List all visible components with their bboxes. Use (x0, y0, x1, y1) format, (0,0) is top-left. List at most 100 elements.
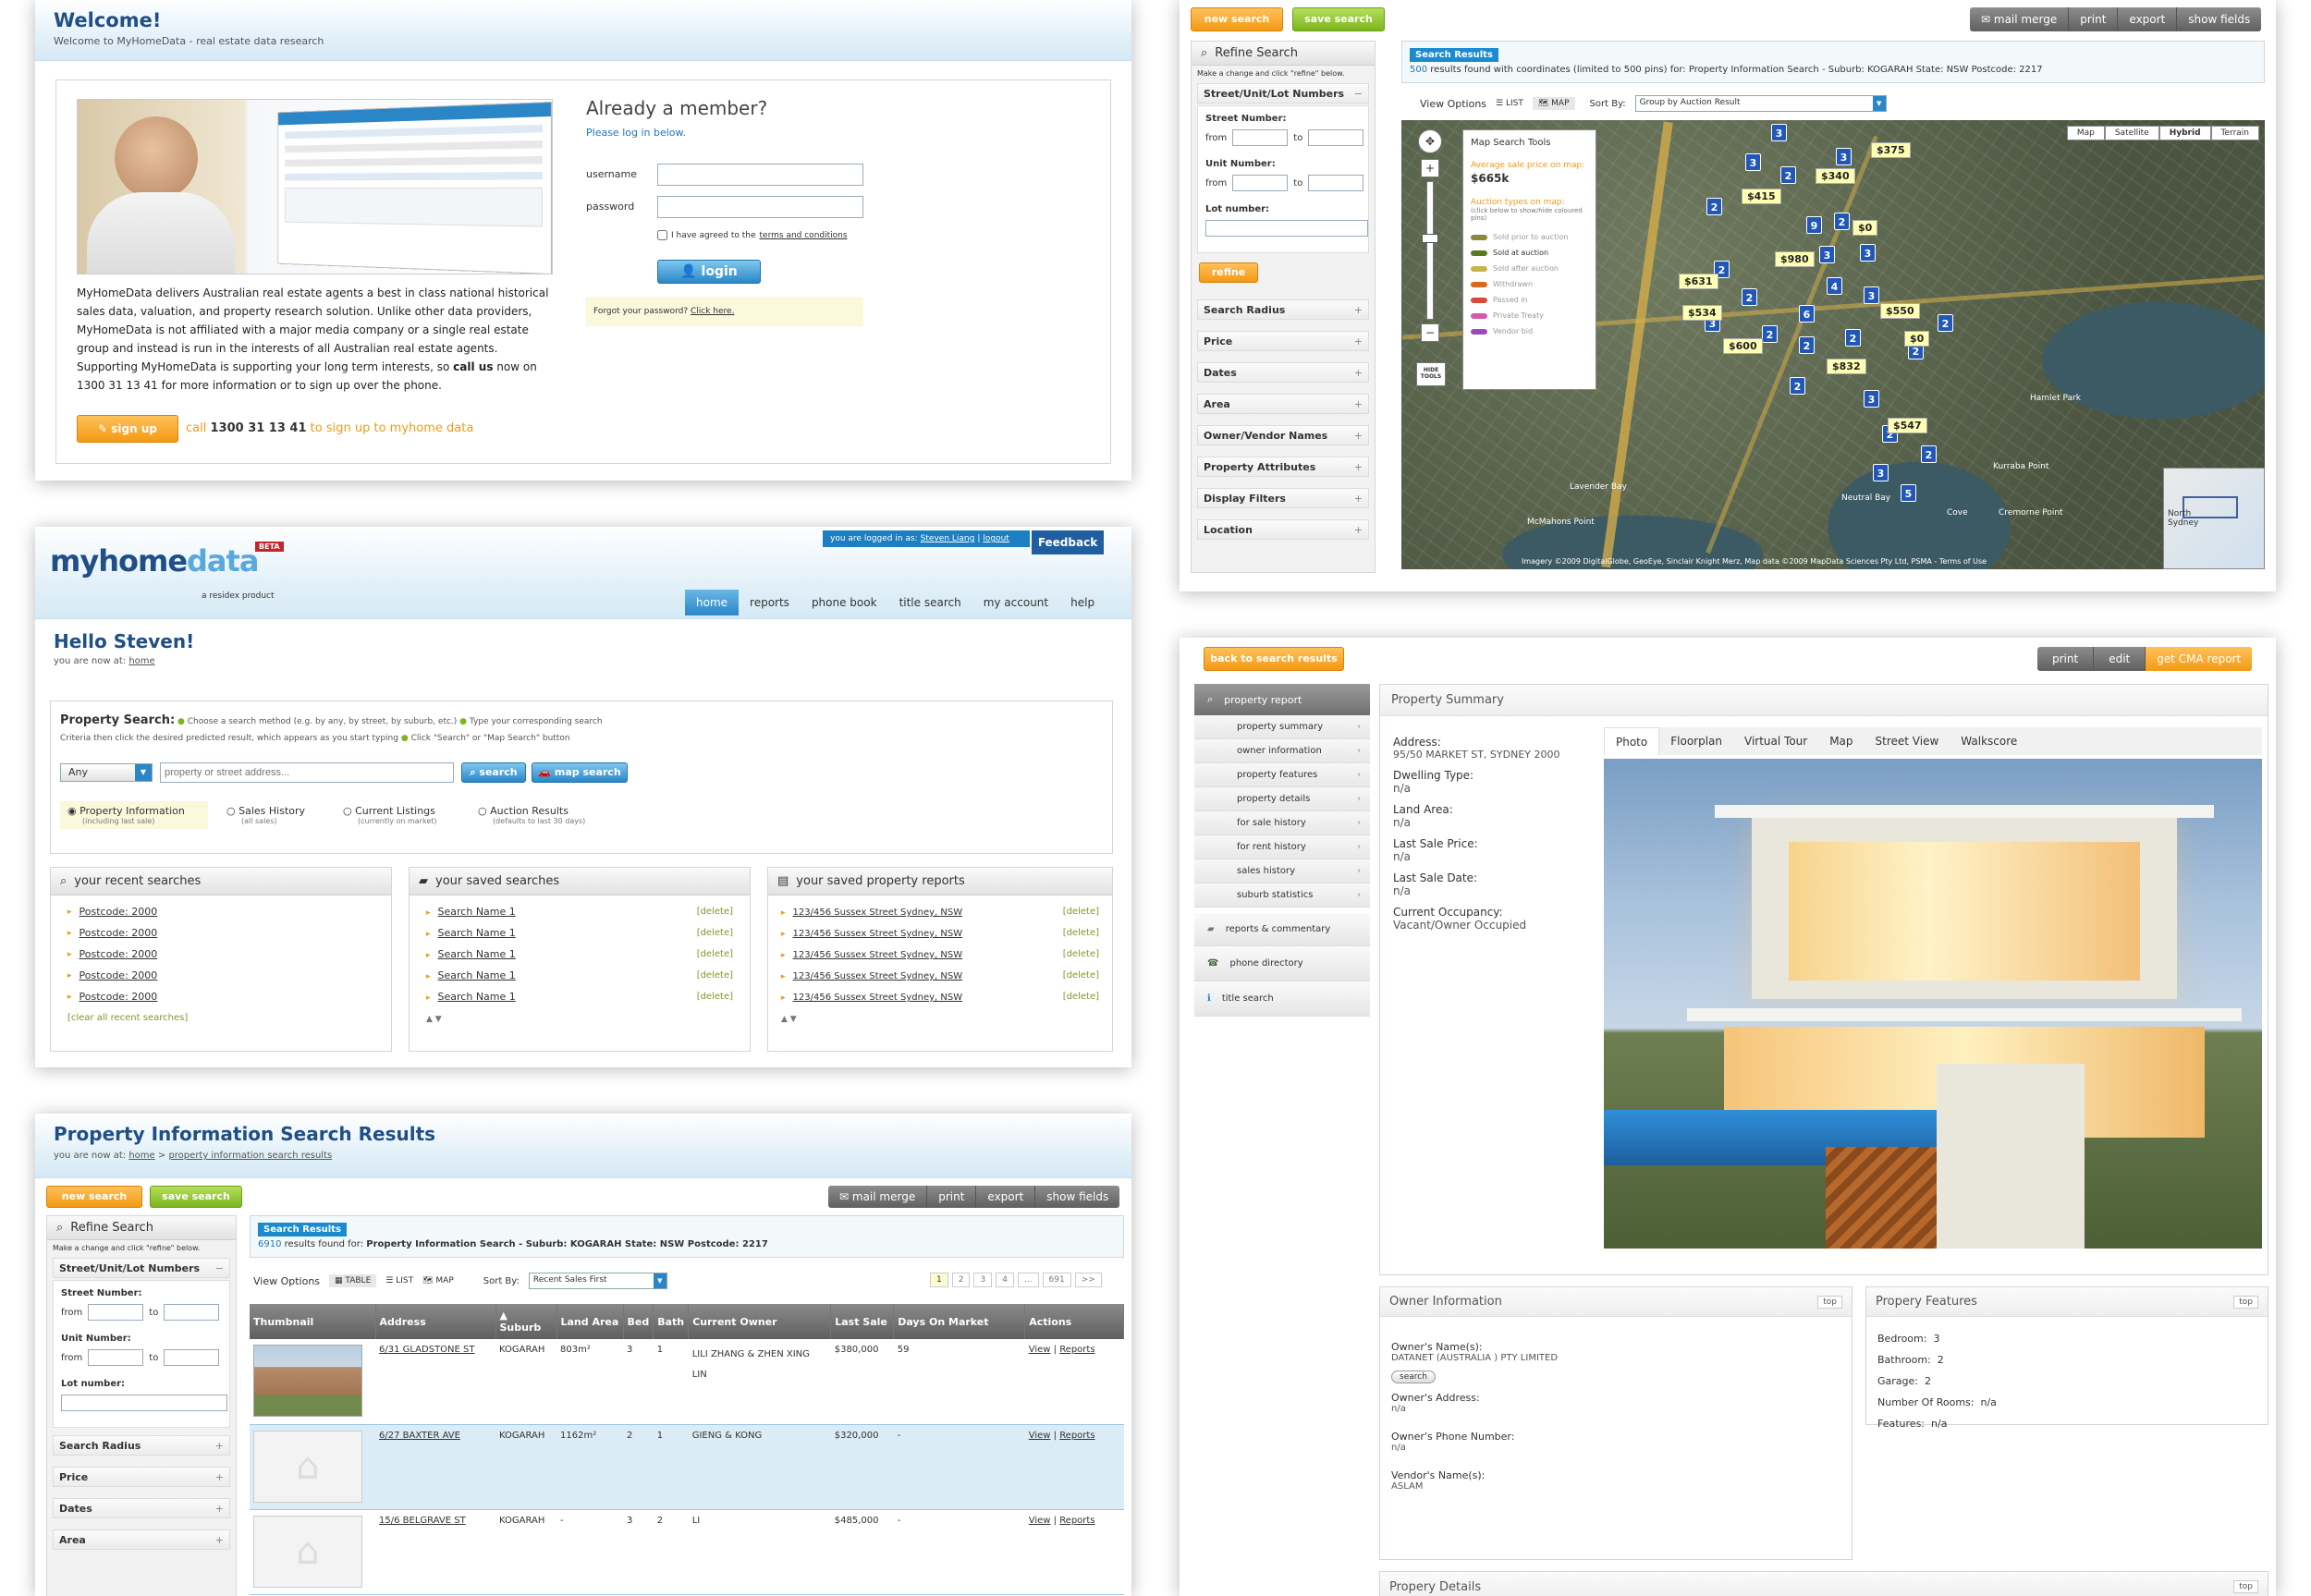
list-item[interactable]: ▸ Postcode: 2000 (67, 901, 374, 922)
price-label[interactable]: $631 (1679, 274, 1718, 289)
scroll-arrows[interactable]: ▲ ▼ (781, 1015, 1099, 1024)
view-link[interactable]: View (1029, 1431, 1051, 1441)
reports-link[interactable]: Reports (1059, 1345, 1094, 1355)
map-pin[interactable]: 2 (1845, 329, 1861, 347)
filter-dates[interactable]: Dates + (1197, 362, 1369, 383)
page-button[interactable]: 4 (996, 1273, 1014, 1287)
legend-item[interactable]: Sold at auction (1471, 245, 1588, 261)
list-item[interactable]: ▸ Postcode: 2000 (67, 922, 374, 944)
username-input[interactable] (657, 164, 863, 186)
street-from-input[interactable] (88, 1304, 143, 1321)
col-address[interactable]: Address (375, 1304, 495, 1339)
save-search-button[interactable]: save search (150, 1186, 242, 1208)
nav-title-search[interactable]: title search (888, 590, 972, 615)
street-from-input[interactable] (1232, 129, 1288, 146)
col-actions[interactable]: Actions (1025, 1304, 1124, 1339)
list-item[interactable]: ▸ Search Name 1 [delete] (426, 901, 733, 922)
price-label[interactable]: $534 (1682, 305, 1722, 321)
legend-item[interactable]: Passed in (1471, 292, 1588, 308)
mail-merge-button[interactable]: ✉ mail merge (828, 1186, 927, 1208)
unit-from-input[interactable] (88, 1349, 143, 1366)
scroll-arrows[interactable]: ▲ ▼ (426, 1015, 733, 1024)
sort-select[interactable]: Recent Sales First ▼ (529, 1273, 667, 1289)
menu-property-summary[interactable]: property summary › (1194, 715, 1370, 739)
radio-sales-history[interactable]: ○ Sales History (all sales) (223, 801, 324, 829)
menu-sales-history[interactable]: sales history › (1194, 859, 1370, 883)
view-list-toggle[interactable]: ☰ LIST (385, 1276, 413, 1285)
price-label[interactable]: $375 (1871, 142, 1911, 158)
password-input[interactable] (657, 196, 863, 218)
legend-item[interactable]: Withdrawn (1471, 276, 1588, 292)
map-pin[interactable]: 5 (1901, 484, 1916, 502)
filter-dates[interactable]: Dates + (53, 1498, 230, 1518)
menu-title-search[interactable]: ℹ title search (1194, 981, 1370, 1017)
edit-button[interactable]: edit (2094, 647, 2146, 671)
filter-owner-vendor[interactable]: Owner/Vendor Names + (1197, 425, 1369, 445)
filter-property-attributes[interactable]: Property Attributes + (1197, 457, 1369, 477)
price-label[interactable]: $600 (1723, 338, 1763, 354)
menu-property-features[interactable]: property features › (1194, 763, 1370, 787)
radio-property-information[interactable]: ◉ Property Information (including last s… (60, 801, 208, 829)
menu-for-rent-history[interactable]: for rent history › (1194, 835, 1370, 859)
menu-property-report[interactable]: ⌕ property report (1194, 684, 1370, 715)
filter-area[interactable]: Area + (1197, 394, 1369, 414)
menu-owner-information[interactable]: owner information › (1194, 739, 1370, 763)
nav-phone-book[interactable]: phone book (801, 590, 888, 615)
view-list-toggle[interactable]: ☰ LIST (1496, 99, 1523, 108)
price-label[interactable]: $0 (1904, 331, 1929, 347)
print-button[interactable]: print (2069, 7, 2118, 31)
price-label[interactable]: $550 (1880, 303, 1920, 319)
tab-walkscore[interactable]: Walkscore (1950, 727, 2028, 755)
print-button[interactable]: print (927, 1186, 976, 1208)
map-pin[interactable]: 2 (1790, 377, 1805, 395)
table-row[interactable]: ⌂ 15/6 BELGRAVE ST KOGARAH - 3 2 LI $485… (250, 1509, 1124, 1594)
list-item[interactable]: ▸ Postcode: 2000 (67, 965, 374, 986)
nav-help[interactable]: help (1059, 590, 1106, 615)
map-pin[interactable]: 2 (1742, 288, 1757, 306)
menu-reports-commentary[interactable]: ▰ reports & commentary (1194, 913, 1370, 946)
street-section-toggle[interactable]: Street/Unit/Lot Numbers − (53, 1258, 230, 1278)
owner-search-button[interactable]: search (1391, 1371, 1436, 1383)
show-fields-button[interactable]: show fields (1035, 1186, 1119, 1208)
page-button[interactable]: 691 (1043, 1273, 1071, 1287)
col-thumbnail[interactable]: Thumbnail (250, 1304, 375, 1339)
search-method-select[interactable]: Any ▼ (60, 763, 153, 782)
col-suburb[interactable]: ▲ Suburb (495, 1304, 556, 1339)
feedback-button[interactable]: Feedback (1032, 530, 1104, 554)
menu-for-sale-history[interactable]: for sale history › (1194, 811, 1370, 835)
map-type-hybrid[interactable]: Hybrid (2159, 126, 2211, 140)
list-item[interactable]: ▸ Search Name 1 [delete] (426, 922, 733, 944)
price-label[interactable]: $832 (1827, 359, 1866, 374)
menu-property-details[interactable]: property details › (1194, 787, 1370, 811)
filter-display-filters[interactable]: Display Filters + (1197, 488, 1369, 508)
page-button[interactable]: 2 (952, 1273, 971, 1287)
table-row[interactable]: 6/31 GLADSTONE ST KOGARAH 803m² 3 1 LILI… (250, 1339, 1124, 1424)
filter-area[interactable]: Area + (53, 1529, 230, 1550)
list-item[interactable]: ▸ 123/456 Sussex Street Sydney, NSW [delet… (781, 986, 1099, 1007)
logout-link[interactable]: logout (983, 534, 1009, 543)
nav-my-account[interactable]: my account (972, 590, 1059, 615)
filter-location[interactable]: Location + (1197, 519, 1369, 540)
legend-item[interactable]: Private Treaty (1471, 308, 1588, 323)
tab-street-view[interactable]: Street View (1865, 727, 1950, 755)
filter-price[interactable]: Price + (1197, 331, 1369, 351)
filter-search-radius[interactable]: Search Radius + (53, 1435, 230, 1456)
street-to-input[interactable] (1308, 129, 1363, 146)
save-search-button[interactable]: save search (1292, 7, 1385, 31)
logo[interactable]: myhomedata (50, 543, 258, 579)
col-bed[interactable]: Bed (623, 1304, 654, 1339)
view-map-toggle[interactable]: 🗺 MAP (1533, 97, 1575, 110)
property-photo[interactable] (1604, 759, 2262, 1249)
list-item[interactable]: ▸ Search Name 1 [delete] (426, 986, 733, 1007)
view-table-toggle[interactable]: ▦ TABLE (329, 1274, 376, 1287)
list-item[interactable]: ▸ 123/456 Sussex Street Sydney, NSW [delet… (781, 901, 1099, 922)
map-pin[interactable]: 2 (1780, 166, 1796, 184)
table-row[interactable]: ⌂ 6/27 BAXTER AVE KOGARAH 1162m² 2 1 GIE… (250, 1424, 1124, 1509)
map-pin[interactable]: 6 (1799, 305, 1815, 323)
list-item[interactable]: ▸ 123/456 Sussex Street Sydney, NSW [delet… (781, 944, 1099, 965)
sort-select[interactable]: Group by Auction Result ▼ (1635, 95, 1887, 112)
view-link[interactable]: View (1029, 1345, 1051, 1355)
page-button[interactable]: 3 (973, 1273, 992, 1287)
tab-floorplan[interactable]: Floorplan (1659, 727, 1733, 755)
unit-to-input[interactable] (1308, 175, 1363, 191)
